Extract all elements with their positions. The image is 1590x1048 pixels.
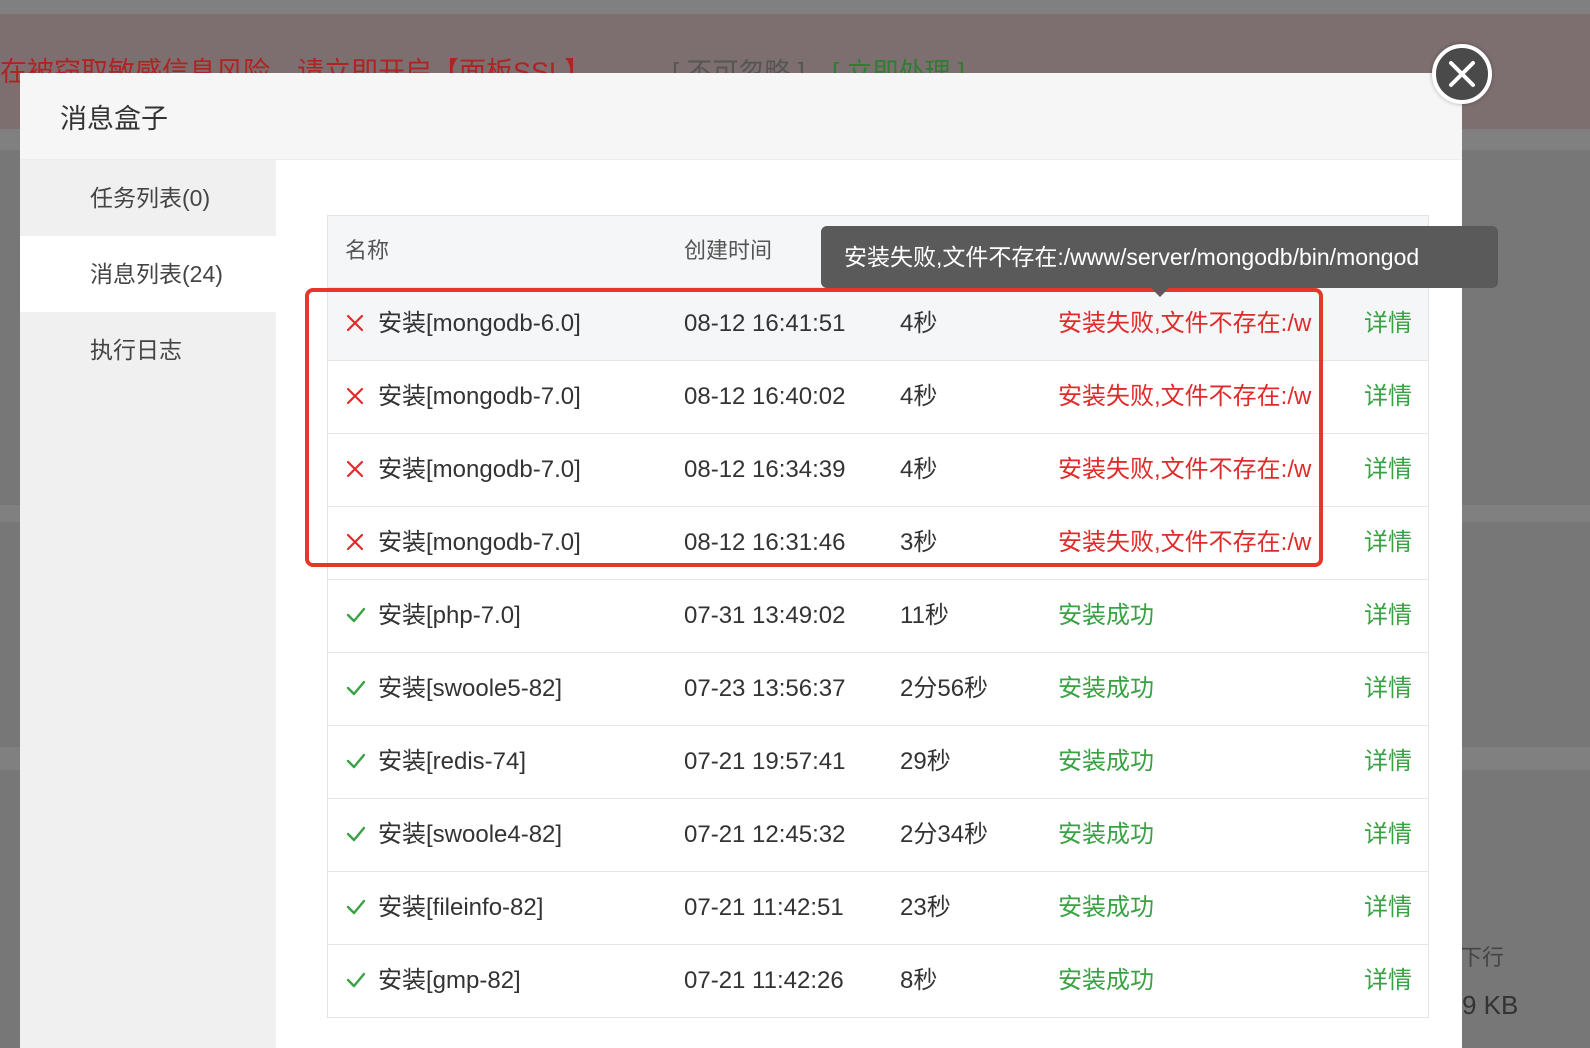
row-name: 安装[gmp-82] [378, 967, 521, 994]
row-result: 安装成功 [1058, 602, 1154, 629]
row-name: 安装[redis-74] [378, 748, 527, 775]
row-duration: 23秒 [900, 894, 951, 921]
row-duration: 4秒 [900, 310, 938, 337]
row-duration: 11秒 [900, 602, 949, 629]
message-box-modal: 消息盒子 任务列表(0) 消息列表(24) 执行日志 名称 创建时间 安装[mo… [20, 73, 1462, 1048]
success-check-icon [346, 580, 366, 653]
row-result: 安装成功 [1058, 821, 1154, 848]
table-row: 安装[gmp-82] 07-21 11:42:26 8秒 安装成功 详情 [328, 945, 1428, 1018]
table-row: 安装[redis-74] 07-21 19:57:41 29秒 安装成功 详情 [328, 726, 1428, 799]
row-result[interactable]: 安装失败,文件不存在:/w [1058, 288, 1320, 360]
table-body: 安装[mongodb-6.0] 08-12 16:41:51 4秒 安装失败,文件不存… [328, 288, 1428, 1018]
row-created-time: 08-12 16:40:02 [684, 383, 846, 410]
success-check-icon [346, 945, 366, 1018]
row-result[interactable]: 安装失败,文件不存在:/w [1058, 507, 1320, 579]
row-result[interactable]: 安装失败,文件不存在:/w [1058, 434, 1320, 506]
modal-title: 消息盒子 [60, 104, 168, 134]
row-created-time: 07-21 19:57:41 [684, 748, 846, 775]
success-check-icon [346, 799, 366, 872]
status-tooltip: 安装失败,文件不存在:/www/server/mongodb/bin/mongo… [821, 226, 1498, 288]
row-duration: 29秒 [900, 748, 951, 775]
row-result: 安装成功 [1058, 675, 1154, 702]
row-created-time: 07-31 13:49:02 [684, 602, 846, 629]
row-name: 安装[mongodb-7.0] [378, 529, 581, 556]
row-duration: 4秒 [900, 383, 938, 410]
table-row: 安装[swoole5-82] 07-23 13:56:37 2分56秒 安装成功 详情 [328, 653, 1428, 726]
row-created-time: 07-21 12:45:32 [684, 821, 846, 848]
row-duration: 3秒 [900, 529, 938, 556]
row-name: 安装[swoole5-82] [378, 675, 563, 702]
row-detail-link[interactable]: 详情 [1364, 653, 1412, 725]
row-created-time: 07-21 11:42:26 [684, 967, 844, 994]
message-list-panel: 名称 创建时间 安装[mongodb-6.0] 08-12 16:41:51 4秒安… [276, 160, 1462, 1048]
row-result: 安装成功 [1058, 748, 1154, 775]
row-detail-link[interactable]: 详情 [1364, 507, 1412, 579]
row-name: 安装[fileinfo-82] [378, 894, 544, 921]
traffic-stat-label: 下行 [1460, 945, 1505, 970]
row-detail-link[interactable]: 详情 [1364, 945, 1412, 1017]
row-created-time: 07-23 13:56:37 [684, 675, 846, 702]
modal-sidebar: 任务列表(0) 消息列表(24) 执行日志 [20, 160, 276, 1048]
row-name: 安装[mongodb-7.0] [378, 456, 581, 483]
fail-cross-icon [346, 507, 366, 580]
success-check-icon [346, 726, 366, 799]
row-detail-link[interactable]: 详情 [1364, 361, 1412, 433]
row-created-time: 08-12 16:34:39 [684, 456, 846, 483]
row-created-time: 08-12 16:41:51 [684, 310, 846, 337]
row-created-time: 08-12 16:31:46 [684, 529, 846, 556]
row-name: 安装[mongodb-6.0] [378, 310, 581, 337]
table-row: 安装[mongodb-6.0] 08-12 16:41:51 4秒 安装失败,文件不存… [328, 288, 1428, 361]
message-table: 名称 创建时间 安装[mongodb-6.0] 08-12 16:41:51 4秒安… [327, 215, 1429, 1018]
row-result: 安装成功 [1058, 894, 1154, 921]
row-detail-link[interactable]: 详情 [1364, 799, 1412, 871]
row-duration: 2分34秒 [900, 821, 989, 848]
row-detail-link[interactable]: 详情 [1364, 434, 1412, 506]
row-duration: 8秒 [900, 967, 938, 994]
table-row: 安装[php-7.0] 07-31 13:49:02 11秒 安装成功 详情 [328, 580, 1428, 653]
row-detail-link[interactable]: 详情 [1364, 872, 1412, 944]
row-result: 安装成功 [1058, 967, 1154, 994]
row-duration: 4秒 [900, 456, 938, 483]
row-name: 安装[php-7.0] [378, 602, 521, 629]
fail-cross-icon [346, 434, 366, 507]
row-name: 安装[mongodb-7.0] [378, 383, 581, 410]
sidebar-item-message-list[interactable]: 消息列表(24) [20, 236, 276, 312]
row-detail-link[interactable]: 详情 [1364, 726, 1412, 798]
sidebar-item-task-list[interactable]: 任务列表(0) [20, 160, 276, 236]
fail-cross-icon [346, 288, 366, 361]
tooltip-arrow [1150, 287, 1170, 297]
close-button[interactable] [1432, 44, 1492, 104]
table-row: 安装[mongodb-7.0] 08-12 16:40:02 4秒 安装失败,文件不存… [328, 361, 1428, 434]
sidebar-item-execution-log[interactable]: 执行日志 [20, 312, 276, 388]
column-header-time: 创建时间 [684, 238, 773, 263]
close-icon [1449, 61, 1475, 87]
table-row: 安装[fileinfo-82] 07-21 11:42:51 23秒 安装成功 详情 [328, 872, 1428, 945]
row-created-time: 07-21 11:42:51 [684, 894, 844, 921]
traffic-stat-value: 9 KB [1462, 990, 1519, 1020]
row-name: 安装[swoole4-82] [378, 821, 563, 848]
table-row: 安装[mongodb-7.0] 08-12 16:31:46 3秒 安装失败,文件不存… [328, 507, 1428, 580]
success-check-icon [346, 872, 366, 945]
row-detail-link[interactable]: 详情 [1364, 580, 1412, 652]
row-result[interactable]: 安装失败,文件不存在:/w [1058, 361, 1320, 433]
table-row: 安装[mongodb-7.0] 08-12 16:34:39 4秒 安装失败,文件不存… [328, 434, 1428, 507]
row-detail-link[interactable]: 详情 [1364, 288, 1412, 360]
column-header-name: 名称 [345, 238, 390, 263]
fail-cross-icon [346, 361, 366, 434]
table-row: 安装[swoole4-82] 07-21 12:45:32 2分34秒 安装成功 详情 [328, 799, 1428, 872]
success-check-icon [346, 653, 366, 726]
modal-header: 消息盒子 [20, 73, 1462, 160]
row-duration: 2分56秒 [900, 675, 989, 702]
